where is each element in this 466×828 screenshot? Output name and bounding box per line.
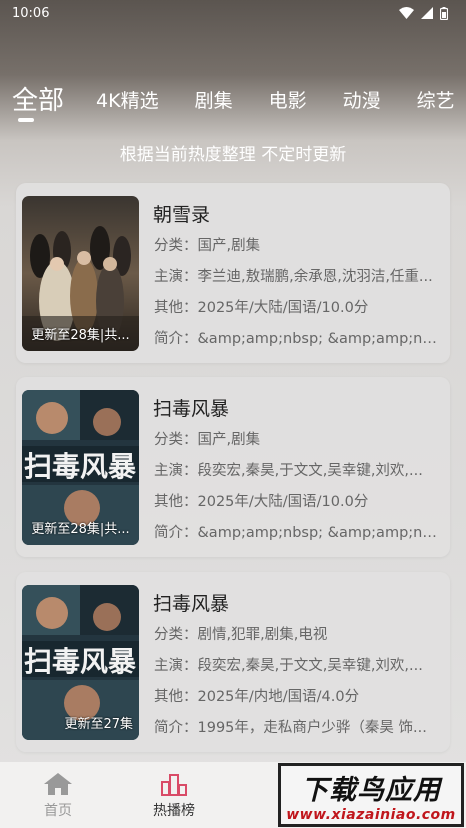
status-time: 10:06	[12, 5, 50, 21]
tab-movie[interactable]: 电影	[269, 72, 307, 113]
nav-hot-list[interactable]: 热播榜	[116, 762, 232, 828]
nav-home-label: 首页	[44, 803, 72, 819]
status-bar: 10:06	[0, 0, 466, 26]
watermark-logo: 下载鸟应用 www.xiazainiao.com	[278, 763, 464, 827]
drama-category: 分类：国产,剧集	[154, 238, 261, 254]
drama-category: 分类：国产,剧集	[154, 432, 261, 448]
drama-cast: 主演：李兰迪,敖瑞鹏,余承恩,沈羽洁,任重...	[154, 269, 433, 285]
drama-intro: 简介：&amp;amp;nbsp; &amp;amp;nbsp; &amp;am…	[154, 525, 442, 541]
watermark-url: www.xiazainiao.com	[286, 806, 456, 823]
nav-hot-list-label: 热播榜	[153, 803, 195, 819]
category-tabs: 全部 4K精选 剧集 电影 动漫 综艺	[0, 72, 466, 124]
drama-intro: 简介：&amp;amp;nbsp; &amp;amp;nbsp; &amp;am…	[154, 331, 442, 347]
drama-cast: 主演：段奕宏,秦昊,于文文,吴幸键,刘欢,...	[154, 463, 423, 479]
signal-icon	[421, 7, 433, 19]
drama-card[interactable]: 扫毒风暴 更新至28集|共... 扫毒风暴 分类：国产,剧集 主演：段奕宏,秦昊…	[16, 377, 450, 557]
poster-title-text: 扫毒风暴	[24, 450, 137, 483]
drama-title: 朝雪录	[153, 204, 211, 226]
home-icon	[44, 773, 72, 795]
tab-anime[interactable]: 动漫	[343, 72, 381, 113]
ranking-subtitle: 根据当前热度整理 不定时更新	[119, 145, 347, 165]
battery-icon	[440, 6, 448, 20]
tab-series[interactable]: 剧集	[195, 72, 233, 113]
chart-icon	[161, 774, 187, 796]
drama-title: 扫毒风暴	[153, 593, 230, 615]
update-badge: 更新至28集|共...	[31, 522, 130, 537]
tab-4k[interactable]: 4K精选	[96, 72, 159, 113]
drama-other: 其他：2025年/内地/国语/4.0分	[154, 689, 360, 705]
drama-card[interactable]: 扫毒风暴 更新至27集 扫毒风暴 分类：剧情,犯罪,剧集,电视 主演：段奕宏,秦…	[16, 572, 450, 752]
drama-other: 其他：2025年/大陆/国语/10.0分	[154, 300, 369, 316]
drama-title: 扫毒风暴	[153, 398, 230, 420]
tab-active-indicator	[18, 118, 34, 122]
tab-variety[interactable]: 综艺	[417, 72, 455, 113]
drama-other: 其他：2025年/大陆/国语/10.0分	[154, 494, 369, 510]
nav-home[interactable]: 首页	[0, 762, 116, 828]
poster-image: 更新至28集|共...	[22, 196, 139, 351]
wifi-icon	[399, 7, 414, 19]
poster-title-text: 扫毒风暴	[24, 645, 137, 678]
update-badge: 更新至28集|共...	[31, 328, 130, 343]
poster-image: 扫毒风暴 更新至27集	[22, 585, 139, 740]
update-badge: 更新至27集	[64, 717, 133, 732]
drama-card[interactable]: 更新至28集|共... 朝雪录 分类：国产,剧集 主演：李兰迪,敖瑞鹏,余承恩,…	[16, 183, 450, 363]
status-icons	[399, 6, 448, 20]
drama-category: 分类：剧情,犯罪,剧集,电视	[154, 627, 328, 643]
drama-intro: 简介：1995年，走私商户少骅（秦昊 饰...	[154, 720, 427, 736]
tab-all[interactable]: 全部	[12, 72, 64, 117]
poster-image: 扫毒风暴 更新至28集|共...	[22, 390, 139, 545]
drama-cast: 主演：段奕宏,秦昊,于文文,吴幸键,刘欢,...	[154, 658, 423, 674]
watermark-main-text: 下载鸟应用	[301, 774, 441, 806]
